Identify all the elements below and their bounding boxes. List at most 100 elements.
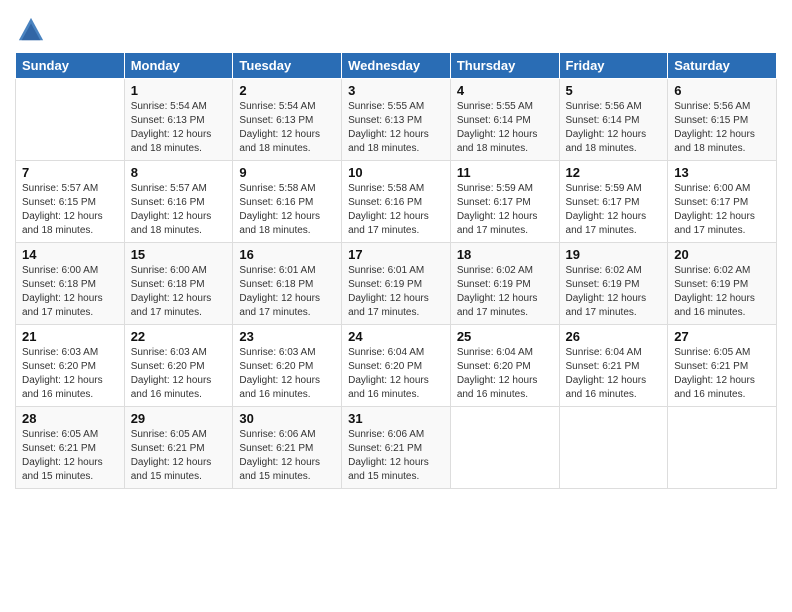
day-number: 16 [239,247,335,262]
header-sunday: Sunday [16,53,125,79]
day-number: 8 [131,165,227,180]
cell-content: Sunrise: 6:01 AMSunset: 6:18 PMDaylight:… [239,264,335,320]
calendar-cell: 2 Sunrise: 5:54 AMSunset: 6:13 PMDaylight… [233,79,342,161]
cell-content: Sunrise: 6:00 AMSunset: 6:18 PMDaylight:… [22,264,118,320]
calendar-cell: 5Sunrise: 5:56 AMSunset: 6:14 PMDaylight… [559,79,668,161]
day-number: 28 [22,411,118,426]
calendar-cell: 14 Sunrise: 6:00 AMSunset: 6:18 PMDayligh… [16,243,125,325]
calendar-cell: 9 Sunrise: 5:58 AMSunset: 6:16 PMDaylight… [233,161,342,243]
day-number: 11 [457,165,553,180]
calendar-cell [450,407,559,489]
header-monday: Monday [124,53,233,79]
calendar-cell: 25 Sunrise: 6:04 AMSunset: 6:20 PMDayligh… [450,325,559,407]
day-number: 10 [348,165,444,180]
cell-content: Sunrise: 5:58 AMSunset: 6:16 PMDaylight:… [239,182,335,238]
day-number: 17 [348,247,444,262]
week-row-2: 7 Sunrise: 5:57 AMSunset: 6:15 PMDaylight… [16,161,777,243]
day-number: 18 [457,247,553,262]
day-number: 14 [22,247,118,262]
day-number: 24 [348,329,444,344]
day-number: 4 [457,83,553,98]
cell-content: Sunrise: 5:56 AMSunset: 6:15 PMDaylight:… [674,100,770,156]
cell-content: Sunrise: 6:04 AMSunset: 6:20 PMDaylight:… [457,346,553,402]
cell-content: Sunrise: 6:04 AMSunset: 6:20 PMDaylight:… [348,346,444,402]
day-number: 2 [239,83,335,98]
calendar-cell [668,407,777,489]
calendar-cell: 17 Sunrise: 6:01 AMSunset: 6:19 PMDayligh… [342,243,451,325]
day-number: 13 [674,165,770,180]
cell-content: Sunrise: 5:57 AMSunset: 6:15 PMDaylight:… [22,182,118,238]
calendar-cell [16,79,125,161]
calendar-cell: 4 Sunrise: 5:55 AMSunset: 6:14 PMDaylight… [450,79,559,161]
calendar-cell: 18 Sunrise: 6:02 AMSunset: 6:19 PMDayligh… [450,243,559,325]
cell-content: Sunrise: 5:55 AMSunset: 6:13 PMDaylight:… [348,100,444,156]
cell-content: Sunrise: 6:04 AMSunset: 6:21 PMDaylight:… [566,346,662,402]
calendar-cell: 30 Sunrise: 6:06 AMSunset: 6:21 PMDayligh… [233,407,342,489]
calendar-cell [559,407,668,489]
day-number: 30 [239,411,335,426]
day-number: 22 [131,329,227,344]
week-row-3: 14 Sunrise: 6:00 AMSunset: 6:18 PMDayligh… [16,243,777,325]
day-number: 25 [457,329,553,344]
cell-content: Sunrise: 6:05 AMSunset: 6:21 PMDaylight:… [22,428,118,484]
cell-content: Sunrise: 5:54 AMSunset: 6:13 PMDaylight:… [131,100,227,156]
day-number: 31 [348,411,444,426]
calendar-cell: 11 Sunrise: 5:59 AMSunset: 6:17 PMDayligh… [450,161,559,243]
day-number: 7 [22,165,118,180]
cell-content: Sunrise: 5:59 AMSunset: 6:17 PMDaylight:… [457,182,553,238]
cell-content: Sunrise: 6:00 AMSunset: 6:17 PMDaylight:… [674,182,770,238]
calendar-cell: 15 Sunrise: 6:00 AMSunset: 6:18 PMDayligh… [124,243,233,325]
logo-icon [17,16,45,44]
calendar-cell: 20Sunrise: 6:02 AMSunset: 6:19 PMDayligh… [668,243,777,325]
cell-content: Sunrise: 6:02 AMSunset: 6:19 PMDaylight:… [566,264,662,320]
day-number: 19 [566,247,662,262]
day-number: 3 [348,83,444,98]
cell-content: Sunrise: 6:02 AMSunset: 6:19 PMDaylight:… [457,264,553,320]
calendar-cell: 10 Sunrise: 5:58 AMSunset: 6:16 PMDayligh… [342,161,451,243]
calendar-body: 1Sunrise: 5:54 AMSunset: 6:13 PMDaylight… [16,79,777,489]
cell-content: Sunrise: 5:54 AMSunset: 6:13 PMDaylight:… [239,100,335,156]
calendar-cell: 3 Sunrise: 5:55 AMSunset: 6:13 PMDaylight… [342,79,451,161]
calendar-cell: 27 Sunrise: 6:05 AMSunset: 6:21 PMDayligh… [668,325,777,407]
cell-content: Sunrise: 5:59 AMSunset: 6:17 PMDaylight:… [566,182,662,238]
calendar-cell: 8 Sunrise: 5:57 AMSunset: 6:16 PMDaylight… [124,161,233,243]
week-row-4: 21 Sunrise: 6:03 AMSunset: 6:20 PMDayligh… [16,325,777,407]
calendar-cell: 29Sunrise: 6:05 AMSunset: 6:21 PMDayligh… [124,407,233,489]
cell-content: Sunrise: 5:58 AMSunset: 6:16 PMDaylight:… [348,182,444,238]
cell-content: Sunrise: 5:57 AMSunset: 6:16 PMDaylight:… [131,182,227,238]
calendar-cell: 21Sunrise: 6:03 AMSunset: 6:20 PMDayligh… [16,325,125,407]
page: SundayMondayTuesdayWednesdayThursdayFrid… [0,0,792,612]
header [15,10,777,44]
cell-content: Sunrise: 6:02 AMSunset: 6:19 PMDaylight:… [674,264,770,320]
cell-content: Sunrise: 5:55 AMSunset: 6:14 PMDaylight:… [457,100,553,156]
calendar-cell: 23Sunrise: 6:03 AMSunset: 6:20 PMDayligh… [233,325,342,407]
day-number: 9 [239,165,335,180]
cell-content: Sunrise: 6:05 AMSunset: 6:21 PMDaylight:… [674,346,770,402]
calendar-cell: 7 Sunrise: 5:57 AMSunset: 6:15 PMDaylight… [16,161,125,243]
day-number: 23 [239,329,335,344]
cell-content: Sunrise: 6:01 AMSunset: 6:19 PMDaylight:… [348,264,444,320]
day-number: 15 [131,247,227,262]
header-thursday: Thursday [450,53,559,79]
calendar-cell: 13 Sunrise: 6:00 AMSunset: 6:17 PMDayligh… [668,161,777,243]
day-number: 12 [566,165,662,180]
calendar-cell: 31Sunrise: 6:06 AMSunset: 6:21 PMDayligh… [342,407,451,489]
calendar-header: SundayMondayTuesdayWednesdayThursdayFrid… [16,53,777,79]
header-row: SundayMondayTuesdayWednesdayThursdayFrid… [16,53,777,79]
calendar-table: SundayMondayTuesdayWednesdayThursdayFrid… [15,52,777,489]
day-number: 26 [566,329,662,344]
calendar-cell: 26 Sunrise: 6:04 AMSunset: 6:21 PMDayligh… [559,325,668,407]
calendar-cell: 12 Sunrise: 5:59 AMSunset: 6:17 PMDayligh… [559,161,668,243]
day-number: 5 [566,83,662,98]
cell-content: Sunrise: 6:06 AMSunset: 6:21 PMDaylight:… [239,428,335,484]
calendar-cell: 28 Sunrise: 6:05 AMSunset: 6:21 PMDayligh… [16,407,125,489]
week-row-5: 28 Sunrise: 6:05 AMSunset: 6:21 PMDayligh… [16,407,777,489]
cell-content: Sunrise: 6:00 AMSunset: 6:18 PMDaylight:… [131,264,227,320]
calendar-cell: 16 Sunrise: 6:01 AMSunset: 6:18 PMDayligh… [233,243,342,325]
cell-content: Sunrise: 6:03 AMSunset: 6:20 PMDaylight:… [131,346,227,402]
day-number: 6 [674,83,770,98]
header-friday: Friday [559,53,668,79]
day-number: 21 [22,329,118,344]
header-wednesday: Wednesday [342,53,451,79]
day-number: 27 [674,329,770,344]
